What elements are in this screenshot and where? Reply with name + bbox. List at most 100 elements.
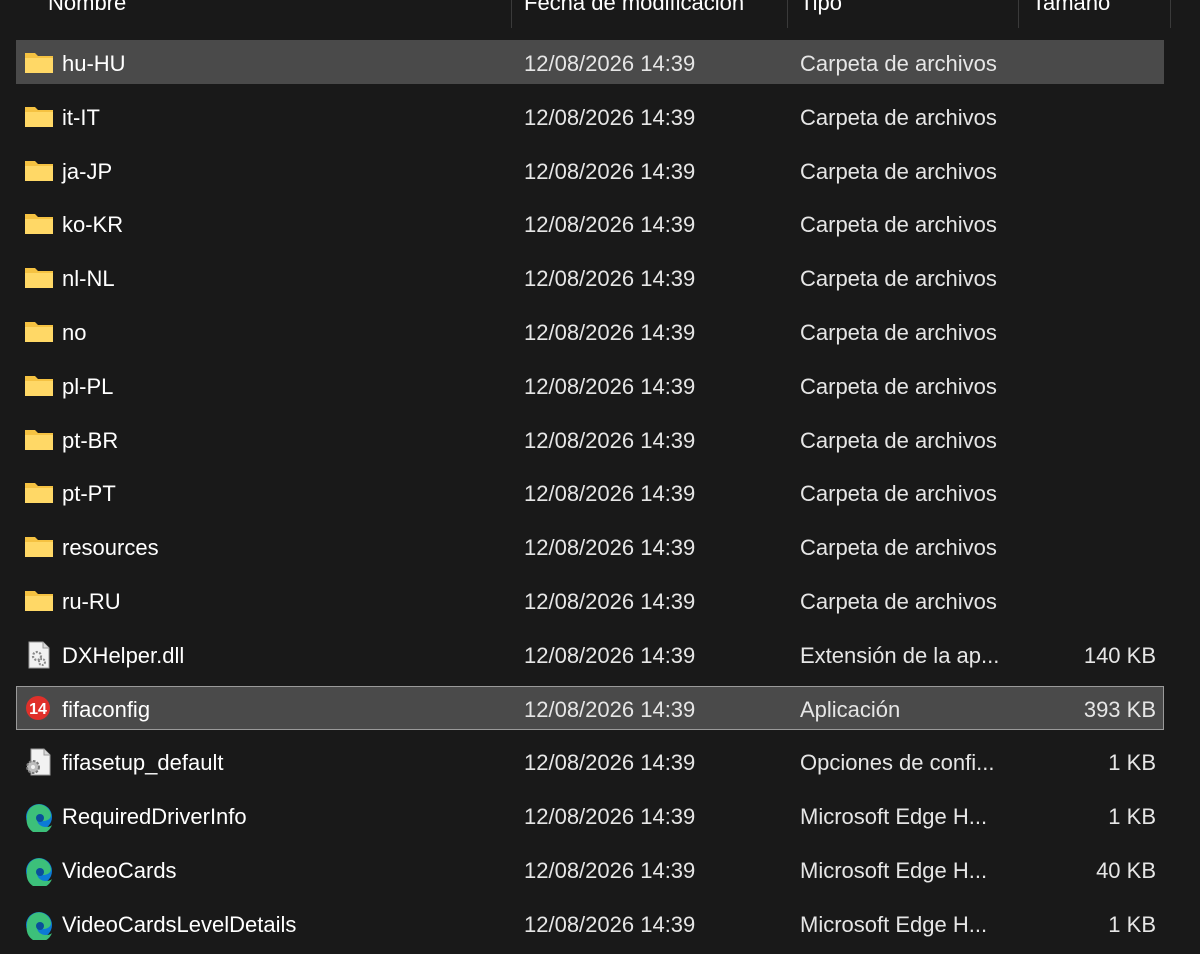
file-modified-date: 12/08/2026 14:39 <box>524 481 696 507</box>
file-size: 1 KB <box>1108 804 1156 830</box>
file-type: Microsoft Edge H... <box>800 857 988 883</box>
file-modified-date: 12/08/2026 14:39 <box>524 696 696 722</box>
file-type: Carpeta de archivos <box>800 535 997 561</box>
config-file-icon <box>24 748 54 776</box>
file-type: Carpeta de archivos <box>800 158 997 184</box>
edge-html-icon <box>24 910 54 940</box>
file-explorer: Nombre Fecha de modificación Tipo Tamaño… <box>0 0 1200 954</box>
file-row-pt-pt[interactable]: pt-PT 12/08/2026 14:39 Carpeta de archiv… <box>0 469 1200 523</box>
file-type: Carpeta de archivos <box>800 319 997 345</box>
file-row-it-it[interactable]: it-IT 12/08/2026 14:39 Carpeta de archiv… <box>0 93 1200 147</box>
file-name: ru-RU <box>62 588 121 614</box>
file-list: hu-HU 12/08/2026 14:39 Carpeta de archiv… <box>0 39 1200 954</box>
fifa14-app-icon: 14 <box>24 695 54 723</box>
folder-icon <box>24 157 54 185</box>
file-row-videocards[interactable]: VideoCards 12/08/2026 14:39 Microsoft Ed… <box>0 846 1200 900</box>
file-modified-date: 12/08/2026 14:39 <box>524 266 696 292</box>
file-modified-date: 12/08/2026 14:39 <box>524 804 696 830</box>
folder-icon <box>24 103 54 131</box>
edge-html-icon <box>24 802 54 833</box>
folder-icon <box>24 49 54 77</box>
file-name: hu-HU <box>62 51 126 76</box>
file-size: 140 KB <box>1083 642 1156 668</box>
column-header-name[interactable]: Nombre <box>48 0 126 16</box>
file-row-fifaconfig[interactable]: 14 fifaconfig 12/08/2026 14:39 Aplicació… <box>0 685 1200 739</box>
dll-file-icon <box>24 641 54 669</box>
file-modified-date: 12/08/2026 14:39 <box>524 857 696 883</box>
file-modified-date: 12/08/2026 14:39 <box>524 212 696 238</box>
file-row-dxhelper-dll[interactable]: DXHelper.dll 12/08/2026 14:39 Extensión … <box>0 631 1200 685</box>
folder-icon <box>24 210 54 238</box>
file-row-fifasetup-default[interactable]: fifasetup_default 12/08/2026 14:39 Opcio… <box>0 738 1200 792</box>
file-name: ko-KR <box>62 212 124 238</box>
file-name: it-IT <box>62 104 100 130</box>
file-name: fifasetup_default <box>62 750 224 776</box>
column-header-date[interactable]: Fecha de modificación <box>524 0 744 16</box>
file-row-no[interactable]: no 12/08/2026 14:39 Carpeta de archivos <box>0 308 1200 362</box>
file-row-ko-kr[interactable]: ko-KR 12/08/2026 14:39 Carpeta de archiv… <box>0 200 1200 254</box>
file-size: 393 KB <box>1083 696 1156 722</box>
column-header: Nombre Fecha de modificación Tipo Tamaño <box>0 0 1200 28</box>
folder-icon <box>24 264 54 292</box>
file-name: DXHelper.dll <box>62 642 185 668</box>
file-row-ja-jp[interactable]: ja-JP 12/08/2026 14:39 Carpeta de archiv… <box>0 147 1200 201</box>
file-row-videocardsleveldetails[interactable]: VideoCardsLevelDetails 12/08/2026 14:39 … <box>0 900 1200 954</box>
file-name: RequiredDriverInfo <box>62 804 247 830</box>
file-row-requireddriverinfo[interactable]: RequiredDriverInfo 12/08/2026 14:39 Micr… <box>0 792 1200 846</box>
edge-html-icon <box>24 856 54 886</box>
file-row-resources[interactable]: resources 12/08/2026 14:39 Carpeta de ar… <box>0 523 1200 577</box>
file-type: Carpeta de archivos <box>800 481 997 507</box>
file-modified-date: 12/08/2026 14:39 <box>524 373 696 399</box>
file-type: Microsoft Edge H... <box>800 804 988 830</box>
file-name: pl-PL <box>62 373 114 399</box>
file-type: Microsoft Edge H... <box>800 911 988 937</box>
file-name: no <box>62 319 87 345</box>
folder-icon <box>24 426 54 454</box>
file-type: Carpeta de archivos <box>800 373 997 399</box>
column-divider[interactable] <box>511 0 512 28</box>
file-type: Carpeta de archivos <box>800 212 997 238</box>
column-header-type[interactable]: Tipo <box>800 0 842 16</box>
file-row-pl-pl[interactable]: pl-PL 12/08/2026 14:39 Carpeta de archiv… <box>0 362 1200 416</box>
folder-icon <box>24 533 54 561</box>
file-type: Extensión de la ap... <box>800 642 1000 668</box>
file-row-pt-br[interactable]: pt-BR 12/08/2026 14:39 Carpeta de archiv… <box>0 416 1200 470</box>
svg-text:14: 14 <box>29 701 47 718</box>
file-type: Aplicación <box>800 696 901 722</box>
folder-icon <box>24 587 54 615</box>
folder-icon <box>24 372 54 400</box>
file-name: resources <box>62 535 159 561</box>
file-name: fifaconfig <box>62 696 151 722</box>
file-modified-date: 12/08/2026 14:39 <box>524 642 696 668</box>
column-header-size[interactable]: Tamaño <box>1032 0 1110 16</box>
file-modified-date: 12/08/2026 14:39 <box>524 104 696 130</box>
file-type: Carpeta de archivos <box>800 51 997 76</box>
file-size: 40 KB <box>1096 857 1156 883</box>
file-modified-date: 12/08/2026 14:39 <box>524 319 696 345</box>
file-size: 1 KB <box>1108 750 1156 776</box>
column-divider[interactable] <box>1170 0 1171 28</box>
file-type: Carpeta de archivos <box>800 104 997 130</box>
file-type: Carpeta de archivos <box>800 588 997 614</box>
file-modified-date: 12/08/2026 14:39 <box>524 427 696 453</box>
file-name: pt-BR <box>62 427 119 453</box>
column-divider[interactable] <box>1018 0 1019 28</box>
file-row-ru-ru[interactable]: ru-RU 12/08/2026 14:39 Carpeta de archiv… <box>0 577 1200 631</box>
column-divider[interactable] <box>787 0 788 28</box>
folder-icon <box>24 318 54 346</box>
file-name: VideoCardsLevelDetails <box>62 911 297 937</box>
file-modified-date: 12/08/2026 14:39 <box>524 51 696 76</box>
file-modified-date: 12/08/2026 14:39 <box>524 535 696 561</box>
file-name: VideoCards <box>62 857 177 883</box>
file-row-hu-hu[interactable]: hu-HU 12/08/2026 14:39 Carpeta de archiv… <box>0 39 1200 93</box>
file-name: pt-PT <box>62 481 116 507</box>
file-row-nl-nl[interactable]: nl-NL 12/08/2026 14:39 Carpeta de archiv… <box>0 254 1200 308</box>
file-type: Opciones de confi... <box>800 750 995 776</box>
file-modified-date: 12/08/2026 14:39 <box>524 588 696 614</box>
file-name: nl-NL <box>62 266 115 292</box>
file-name: ja-JP <box>62 158 113 184</box>
file-size: 1 KB <box>1108 911 1156 937</box>
file-modified-date: 12/08/2026 14:39 <box>524 911 696 937</box>
file-modified-date: 12/08/2026 14:39 <box>524 158 696 184</box>
file-type: Carpeta de archivos <box>800 266 997 292</box>
